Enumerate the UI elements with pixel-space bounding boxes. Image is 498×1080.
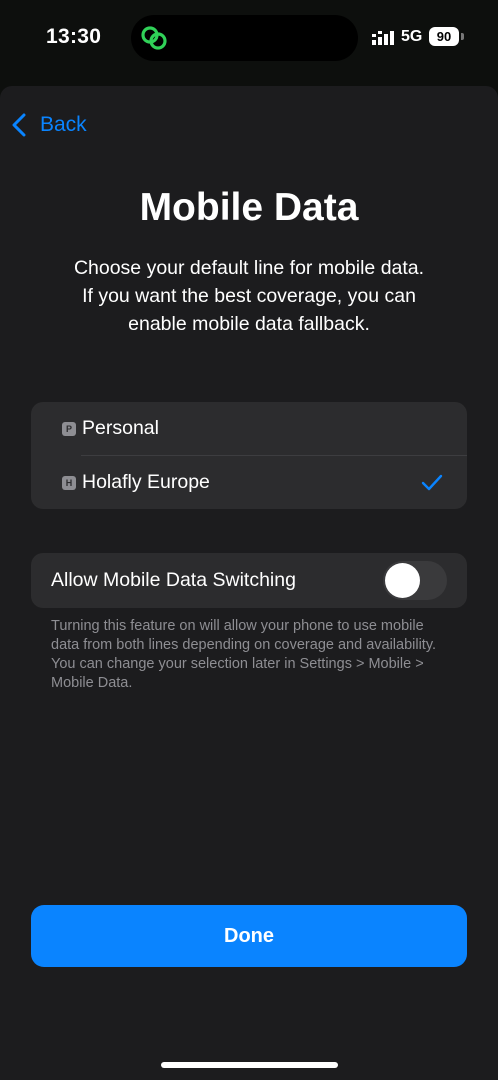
battery-tip	[461, 33, 464, 40]
line-label: Personal	[82, 417, 159, 439]
mobile-data-switching-row: Allow Mobile Data Switching	[31, 553, 467, 608]
page-subtitle: Choose your default line for mobile data…	[73, 257, 425, 335]
toggle-knob	[385, 563, 420, 598]
back-label: Back	[40, 113, 87, 136]
mobile-data-sheet: Back Mobile Data Choose your default lin…	[0, 86, 498, 1080]
done-button[interactable]: Done	[31, 905, 467, 967]
signal-icon	[372, 31, 394, 45]
switching-footnote: Turning this feature on will allow your …	[51, 618, 437, 691]
line-option-personal[interactable]: P Personal	[31, 402, 467, 455]
checkmark-icon	[421, 474, 443, 490]
back-button[interactable]: Back	[12, 110, 87, 140]
status-bar: 13:30 5G 90	[0, 0, 498, 76]
line-option-holafly-europe[interactable]: H Holafly Europe	[31, 456, 467, 509]
line-label: Holafly Europe	[82, 471, 210, 493]
line-badge-icon: P	[62, 421, 76, 436]
status-time: 13:30	[46, 25, 102, 48]
chevron-left-icon	[12, 113, 26, 137]
linked-rings-icon	[141, 26, 167, 50]
lines-list: P Personal H Holafly Europe	[31, 402, 467, 509]
battery-icon: 90	[429, 27, 459, 46]
mobile-data-switching-toggle[interactable]	[383, 561, 447, 600]
switch-label: Allow Mobile Data Switching	[51, 569, 296, 591]
dynamic-island[interactable]	[131, 15, 358, 61]
home-indicator[interactable]	[161, 1062, 338, 1068]
line-badge-icon: H	[62, 475, 76, 490]
page-title: Mobile Data	[139, 186, 359, 229]
network-type: 5G	[401, 28, 423, 45]
